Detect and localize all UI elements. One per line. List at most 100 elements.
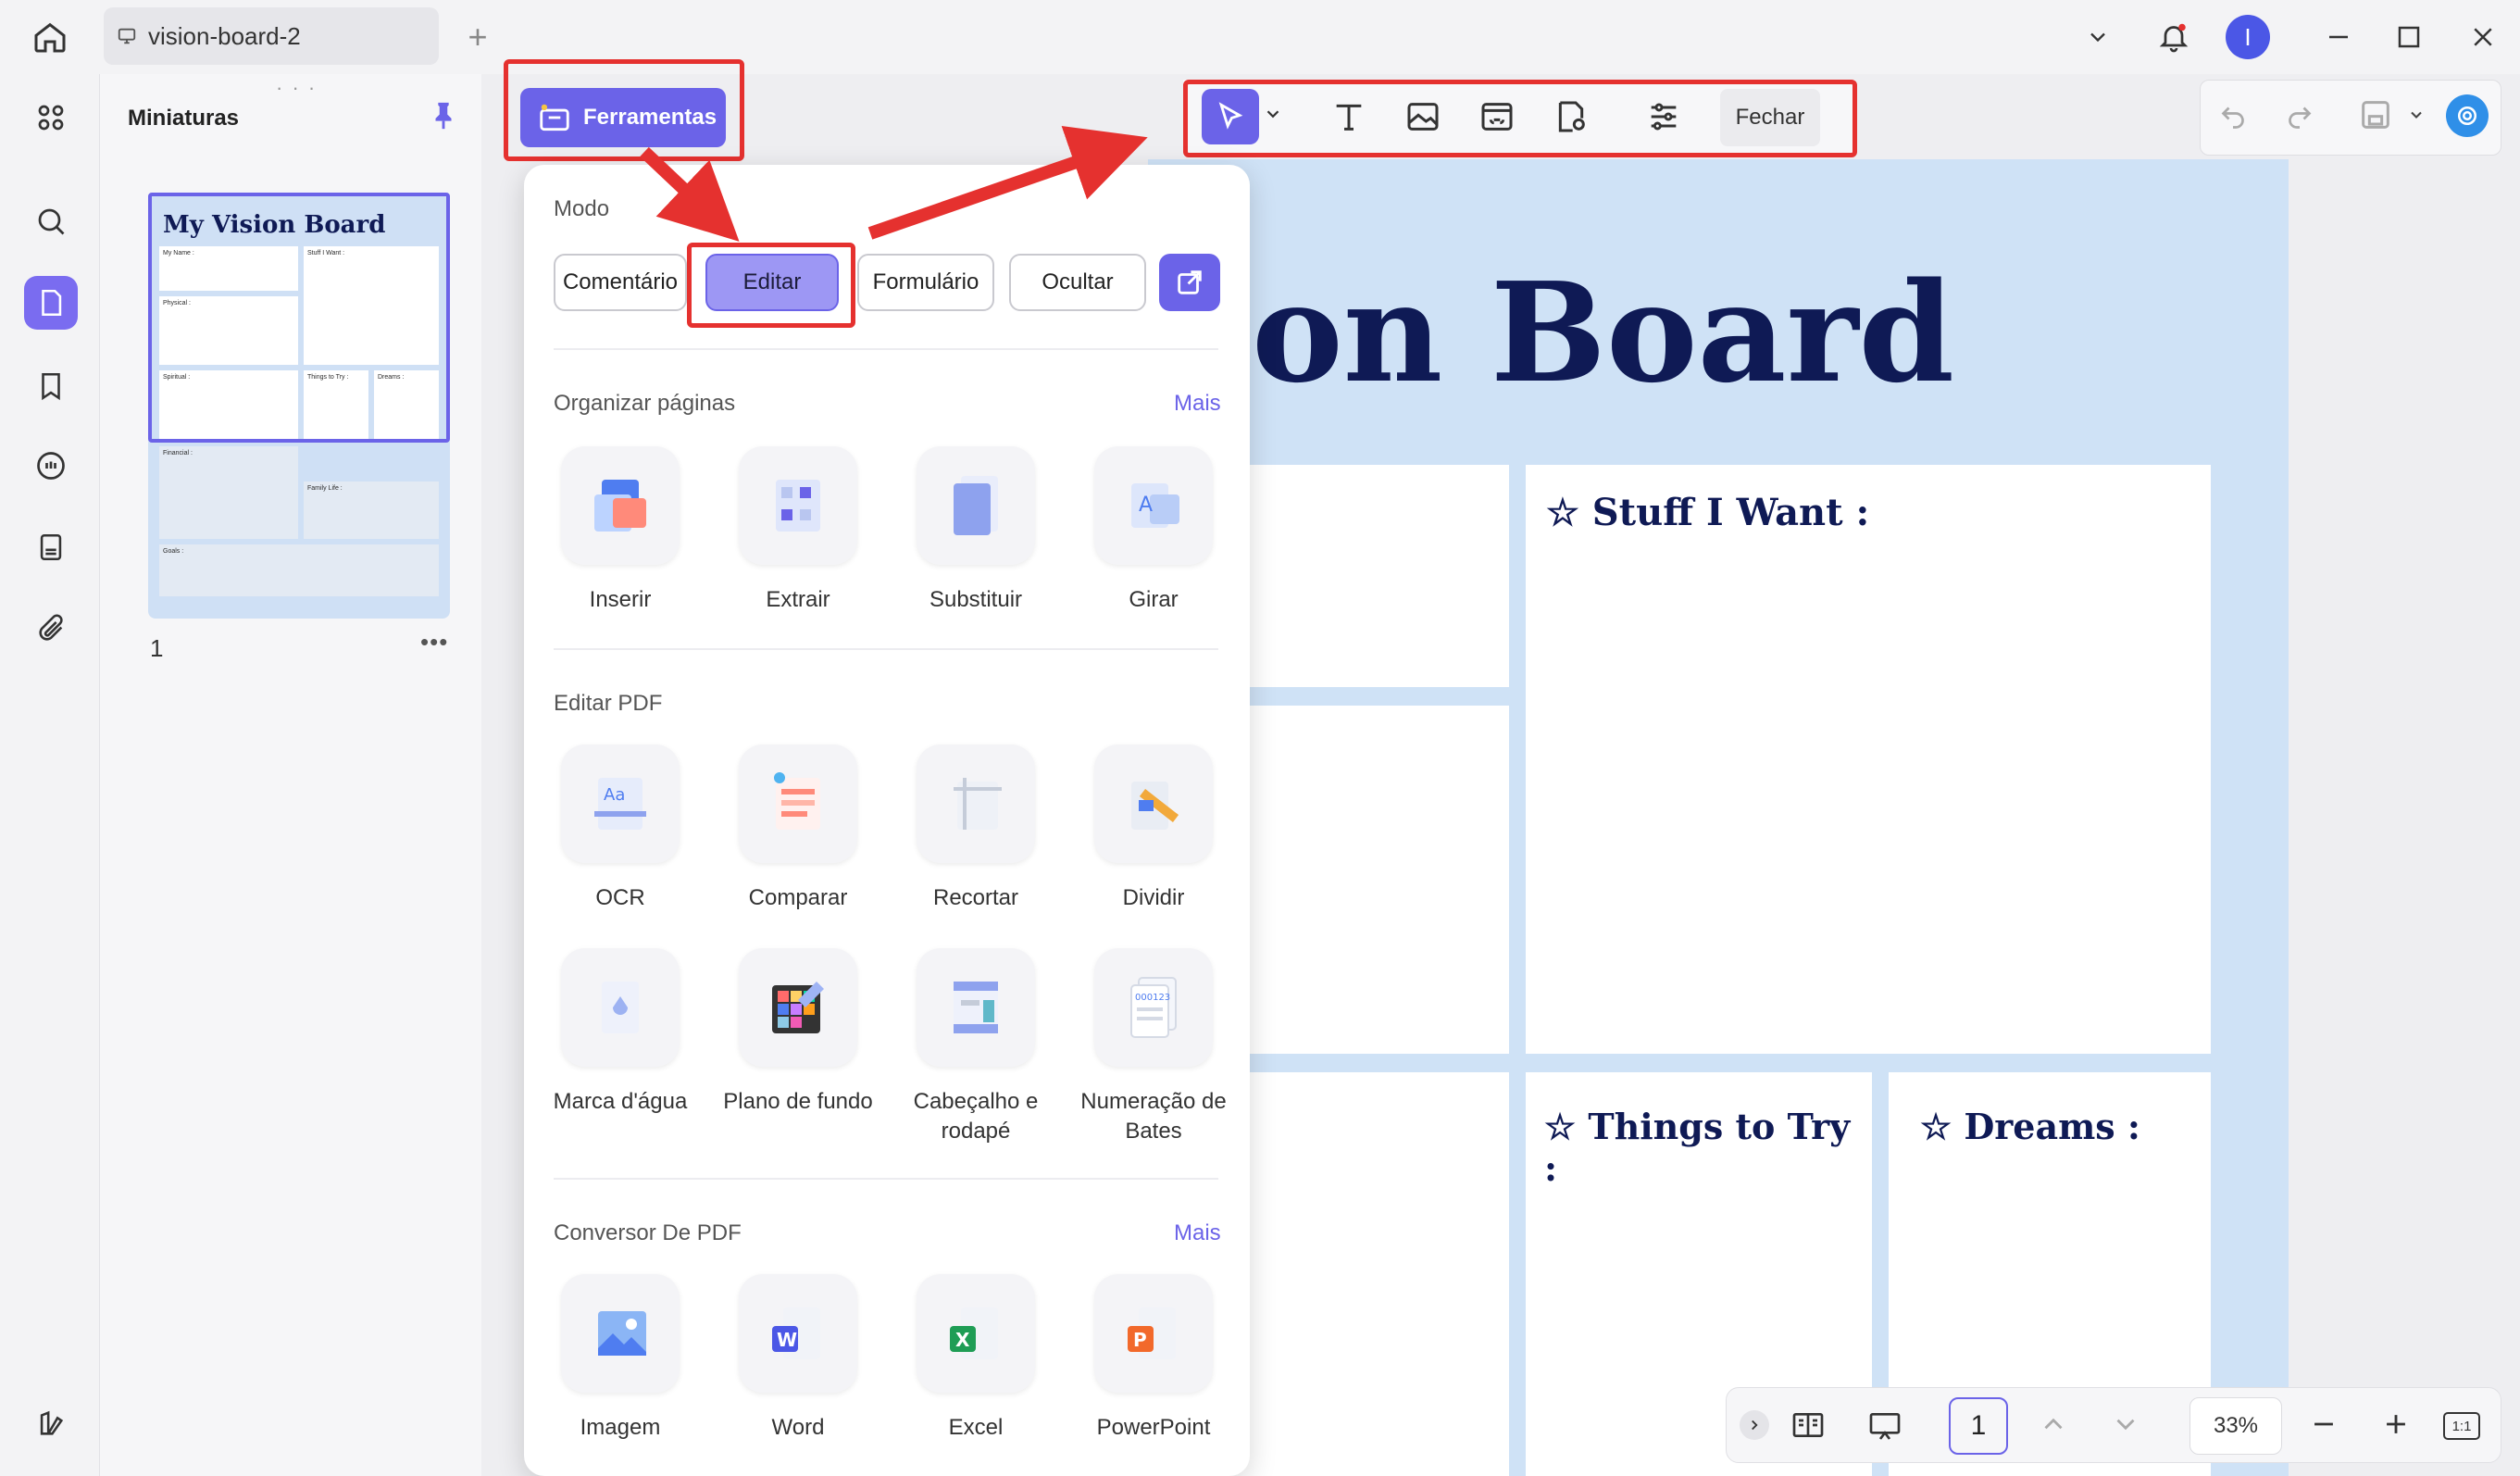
pin-button[interactable] <box>428 100 459 136</box>
tool-marca-dagua[interactable]: Marca d'água <box>537 948 704 1117</box>
redo-button[interactable] <box>2283 98 2316 136</box>
tool-plano-de-fundo[interactable]: Plano de fundo <box>715 948 881 1117</box>
section-heading: Dreams : <box>1964 1106 2140 1147</box>
divider <box>554 348 1218 350</box>
plus-icon <box>2387 1415 2405 1433</box>
next-page-button[interactable] <box>2110 1408 2141 1445</box>
bates-numbering-icon: 000123 <box>1094 948 1213 1067</box>
save-dropdown[interactable] <box>2407 106 2426 129</box>
form-icon <box>40 533 62 561</box>
tool-extrair[interactable]: Extrair <box>715 446 881 615</box>
tool-cabecalho-rodape[interactable]: Cabeçalho e rodapé <box>892 948 1059 1146</box>
document-tab[interactable]: vision-board-2 <box>104 7 439 65</box>
chevron-down-icon <box>2411 111 2422 119</box>
save-button[interactable] <box>2357 96 2394 138</box>
tool-imagem[interactable]: Imagem <box>537 1274 704 1443</box>
svg-text:Aa: Aa <box>604 785 625 805</box>
bell-icon <box>2159 23 2189 53</box>
star-icon: ☆ <box>1546 491 1579 534</box>
undo-button[interactable] <box>2216 98 2250 136</box>
rail-theme-button[interactable] <box>24 1396 78 1450</box>
close-icon <box>2474 28 2492 46</box>
doc-title: on Board <box>1252 252 1955 413</box>
tool-word[interactable]: W Word <box>715 1274 881 1443</box>
page-number-input[interactable]: 1 <box>1949 1397 2008 1455</box>
zoom-out-button[interactable] <box>2308 1408 2339 1445</box>
ai-assistant-button[interactable] <box>2446 94 2489 137</box>
tool-inserir[interactable]: Inserir <box>537 446 704 615</box>
mode-formulario-button[interactable]: Formulário <box>857 254 994 311</box>
thumbnail-more-button[interactable]: ••• <box>420 628 448 657</box>
notifications-button[interactable] <box>2150 13 2198 61</box>
chevron-right-icon <box>1752 1420 1758 1431</box>
thumb-box: Financial : <box>159 446 298 539</box>
watermark-icon <box>561 948 680 1067</box>
tool-substituir[interactable]: Substituir <box>892 446 1059 615</box>
open-external-button[interactable] <box>1159 254 1220 311</box>
highlight-box <box>1183 80 1857 157</box>
maximize-button[interactable] <box>2385 13 2433 61</box>
converter-more-link[interactable]: Mais <box>1174 1220 1221 1246</box>
rail-attachments-button[interactable] <box>24 602 78 656</box>
extract-icon <box>739 446 857 565</box>
grid-icon <box>38 105 64 131</box>
maximize-icon <box>2398 26 2420 48</box>
previous-page-button[interactable] <box>2038 1408 2069 1445</box>
star-icon: ☆ <box>1544 1106 1577 1147</box>
mode-comentario-button[interactable]: Comentário <box>554 254 687 311</box>
thumb-box: Family Life : <box>304 482 439 539</box>
mode-label: Modo <box>554 196 610 221</box>
chevron-up-icon <box>2044 1418 2063 1430</box>
home-button[interactable] <box>28 17 72 57</box>
tool-powerpoint[interactable]: P PowerPoint <box>1070 1274 1237 1443</box>
rail-thumbnails-button[interactable] <box>24 276 78 330</box>
rail-comments-button[interactable] <box>24 439 78 493</box>
thumb-box: Goals : <box>159 544 439 596</box>
user-avatar[interactable]: I <box>2226 15 2270 59</box>
monitor-icon <box>118 28 136 44</box>
insert-icon <box>561 446 680 565</box>
doc-panel: ☆ Stuff I Want : <box>1526 465 2211 1054</box>
dropdown-button[interactable] <box>2074 13 2122 61</box>
rotate-icon: A <box>1094 446 1213 565</box>
undo-icon <box>2221 106 2244 129</box>
close-window-button[interactable] <box>2459 13 2507 61</box>
save-icon <box>2362 101 2389 129</box>
tool-excel[interactable]: X Excel <box>892 1274 1059 1443</box>
new-tab-button[interactable]: + <box>457 17 498 57</box>
tool-dividir[interactable]: Dividir <box>1070 744 1237 913</box>
rail-forms-button[interactable] <box>24 520 78 574</box>
tool-girar[interactable]: A Girar <box>1070 446 1237 615</box>
mode-ocultar-button[interactable]: Ocultar <box>1009 254 1146 311</box>
tool-comparar[interactable]: Comparar <box>715 744 881 913</box>
bookmark-icon <box>42 372 60 401</box>
rail-search-button[interactable] <box>24 194 78 248</box>
resize-grip[interactable]: · · · <box>276 76 317 100</box>
zoom-in-button[interactable] <box>2380 1408 2412 1445</box>
actual-size-button[interactable]: 1:1 <box>2443 1412 2480 1440</box>
minimize-button[interactable] <box>2314 13 2363 61</box>
tool-recortar[interactable]: Recortar <box>892 744 1059 913</box>
ocr-icon: Aa <box>561 744 680 863</box>
crop-icon <box>917 744 1035 863</box>
home-icon <box>34 22 66 53</box>
organize-more-link[interactable]: Mais <box>1174 391 1221 417</box>
presentation-icon <box>1869 1413 1901 1440</box>
tool-numeracao-bates[interactable]: 000123 Numeração de Bates <box>1070 948 1237 1146</box>
zoom-level[interactable]: 33% <box>2189 1397 2282 1455</box>
tool-ocr[interactable]: Aa OCR <box>537 744 704 913</box>
compare-icon <box>739 744 857 863</box>
page-navigation-bar: 1 33% 1:1 <box>1726 1387 2501 1463</box>
collapse-nav-button[interactable] <box>1740 1410 1769 1440</box>
comment-icon <box>37 452 65 480</box>
page-layout-button[interactable] <box>1790 1407 1827 1448</box>
chevron-down-icon <box>2116 1419 2135 1431</box>
paperclip-icon <box>39 614 63 641</box>
presentation-button[interactable] <box>1865 1407 1904 1448</box>
rail-apps-button[interactable] <box>24 91 78 144</box>
redo-icon <box>2289 106 2312 129</box>
highlight-box <box>504 59 744 161</box>
page-icon <box>42 289 62 317</box>
star-icon: ☆ <box>1920 1106 1952 1147</box>
rail-bookmarks-button[interactable] <box>24 359 78 413</box>
